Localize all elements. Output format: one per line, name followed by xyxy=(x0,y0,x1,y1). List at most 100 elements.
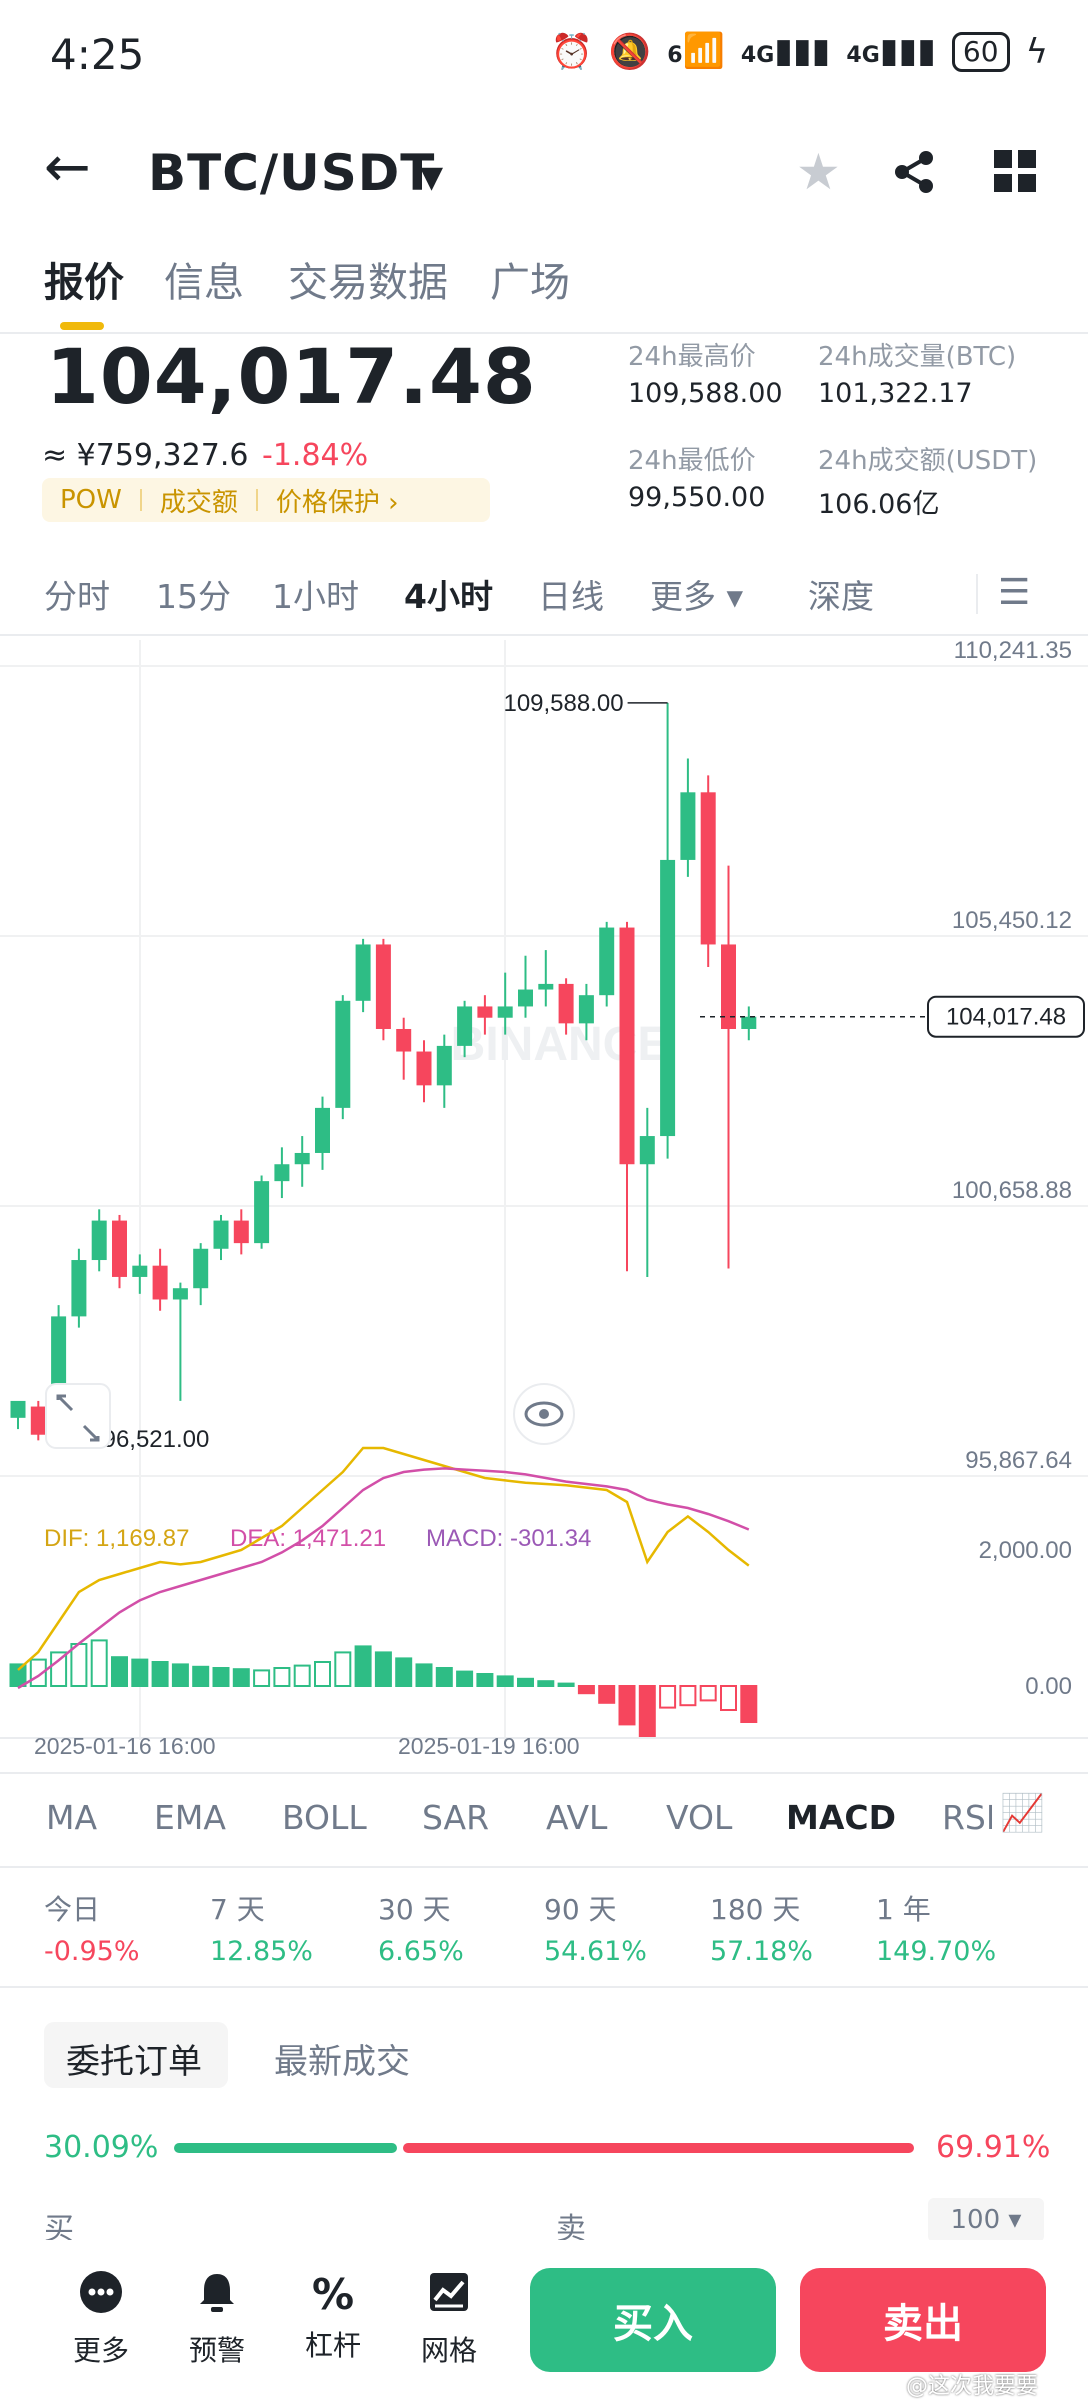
battery-icon: 60 xyxy=(951,32,1010,72)
sell-button[interactable]: 卖出 xyxy=(800,2268,1046,2372)
macd-histogram-bar xyxy=(435,1667,453,1687)
pair-selector[interactable]: BTC/USDT xyxy=(148,144,435,202)
perf-value: 57.18% xyxy=(710,1936,813,1967)
candle-body xyxy=(254,1181,270,1244)
chart-settings-icon[interactable]: ☰ xyxy=(998,572,1030,613)
nav-more[interactable]: 更多 xyxy=(56,2270,146,2369)
eye-icon-pupil xyxy=(539,1409,549,1419)
candle-body xyxy=(315,1107,330,1153)
star-icon[interactable]: ★ xyxy=(796,144,841,200)
percent-icon: % xyxy=(311,2270,355,2319)
macd-histogram-bar xyxy=(577,1685,595,1695)
macd-histogram-bar xyxy=(212,1667,230,1687)
macd-histogram-bar xyxy=(9,1663,27,1688)
indicator-avl[interactable]: AVL xyxy=(546,1798,607,1837)
interval-4h[interactable]: 4小时 xyxy=(404,570,493,618)
price-chart[interactable]: 110,241.35 105,450.12 100,658.88 95,867.64 B… xyxy=(0,640,1088,1760)
candle-body xyxy=(152,1265,168,1300)
bottom-action-bar: 更多 预警 % 杠杆 网格 买入 卖出 @这次我要要 xyxy=(0,2240,1088,2400)
interval-depth[interactable]: 深度 xyxy=(808,570,874,618)
macd-histogram-bar xyxy=(70,1643,88,1687)
divider xyxy=(0,634,1088,636)
back-arrow-icon[interactable]: ← xyxy=(44,140,91,196)
buy-sell-ratio-bar xyxy=(174,2143,914,2153)
macd-histogram-bar xyxy=(192,1665,210,1688)
coin-tags[interactable]: POW 成交额 价格保护 › xyxy=(42,478,490,522)
indicator-ema[interactable]: EMA xyxy=(154,1798,226,1837)
candle-body xyxy=(558,983,574,1024)
candle-body xyxy=(639,1136,655,1165)
macd-histogram-bar xyxy=(171,1663,189,1688)
perf-period: 今日 xyxy=(44,1893,101,1926)
tag-volume[interactable]: 成交额 xyxy=(142,482,256,519)
macd-histogram-bar xyxy=(720,1685,737,1711)
macd-histogram-bar xyxy=(517,1677,534,1688)
candle-body xyxy=(375,944,391,1029)
interval-15m[interactable]: 15分 xyxy=(156,570,231,618)
tag-pow[interactable]: POW xyxy=(42,485,140,515)
nav-label: 更多 xyxy=(72,2334,129,2367)
status-icons: ⏰ 🔕 6📶 4G▮▮▮ 4G▮▮▮ 60 ϟ xyxy=(551,32,1048,72)
candle-body xyxy=(71,1260,87,1317)
time-axis-label: 2025-01-16 16:00 xyxy=(34,1733,216,1759)
nav-alert[interactable]: 预警 xyxy=(172,2270,262,2369)
candle-body xyxy=(294,1152,310,1165)
macd-histogram-bar xyxy=(557,1682,575,1687)
nav-grid[interactable]: 网格 xyxy=(404,2270,494,2369)
indicator-sar[interactable]: SAR xyxy=(422,1798,489,1837)
candle-body xyxy=(10,1400,26,1418)
stat-label: 24h最低价 xyxy=(628,446,756,476)
macd-histogram-bar xyxy=(90,1639,108,1688)
macd-histogram-bar xyxy=(314,1661,331,1687)
candle-body xyxy=(578,995,594,1024)
indicator-boll[interactable]: BOLL xyxy=(282,1798,367,1837)
price-axis-label: 95,867.64 xyxy=(965,1447,1072,1474)
signal-icon-2: 4G▮▮▮ xyxy=(846,31,936,71)
tab-trading-data[interactable]: 交易数据 xyxy=(288,250,448,308)
indicator-vol[interactable]: VOL xyxy=(666,1798,732,1837)
candle-body xyxy=(30,1406,46,1435)
tab-info[interactable]: 信息 xyxy=(164,250,244,308)
candle-body xyxy=(477,1006,493,1018)
indicator-rsi[interactable]: RSI xyxy=(942,1798,992,1837)
candle-body xyxy=(193,1248,209,1289)
tag-price-protection[interactable]: 价格保护 › xyxy=(258,482,417,519)
tab-quote[interactable]: 报价 xyxy=(44,250,124,308)
stat-value: 109,588.00 xyxy=(628,378,783,409)
indicator-macd[interactable]: MACD xyxy=(786,1798,896,1837)
macd-dea-label: DEA: 1,471.21 xyxy=(230,1525,386,1552)
stat-label: 24h成交额(USDT) xyxy=(818,446,1038,476)
macd-axis-label: 0.00 xyxy=(1025,1673,1072,1700)
candle-body xyxy=(741,1016,757,1029)
perf-value: 12.85% xyxy=(210,1936,313,1967)
share-icon[interactable] xyxy=(890,148,938,196)
macd-axis-label: 2,000.00 xyxy=(979,1537,1072,1564)
nav-margin[interactable]: % 杠杆 xyxy=(288,2270,378,2364)
price-change: -1.84% xyxy=(262,438,369,473)
indicator-ma[interactable]: MA xyxy=(46,1798,97,1837)
interval-timeshare[interactable]: 分时 xyxy=(44,570,110,618)
last-price: 104,017.48 xyxy=(46,332,537,421)
tab-open-orders[interactable]: 委托订单 xyxy=(66,2034,202,2083)
macd-histogram-bar xyxy=(598,1685,616,1704)
buy-button[interactable]: 买入 xyxy=(530,2268,776,2372)
perf-value: -0.95% xyxy=(44,1936,140,1967)
cny-price: ≈ ¥759,327.6 xyxy=(42,438,249,473)
indicator-settings-icon[interactable]: 📈 xyxy=(1000,1792,1045,1834)
stat-value: 99,550.00 xyxy=(628,482,766,513)
tab-indicator xyxy=(60,322,104,330)
macd-histogram-bar xyxy=(659,1685,677,1709)
tab-square[interactable]: 广场 xyxy=(490,250,570,308)
candle-body xyxy=(233,1220,249,1244)
candle-body xyxy=(538,983,554,990)
chevron-down-icon[interactable]: ▼ xyxy=(420,160,443,195)
depth-select[interactable]: 100 ▾ xyxy=(928,2198,1044,2242)
grid-menu-icon[interactable] xyxy=(994,150,1036,192)
low-price-label: 96,521.00 xyxy=(103,1426,210,1453)
interval-more[interactable]: 更多 ▾ xyxy=(650,570,743,618)
interval-1d[interactable]: 日线 xyxy=(538,570,604,618)
candle-body xyxy=(335,1000,351,1108)
interval-1h[interactable]: 1小时 xyxy=(272,570,359,618)
status-time: 4:25 xyxy=(50,30,145,79)
tab-latest-trades[interactable]: 最新成交 xyxy=(274,2034,410,2083)
